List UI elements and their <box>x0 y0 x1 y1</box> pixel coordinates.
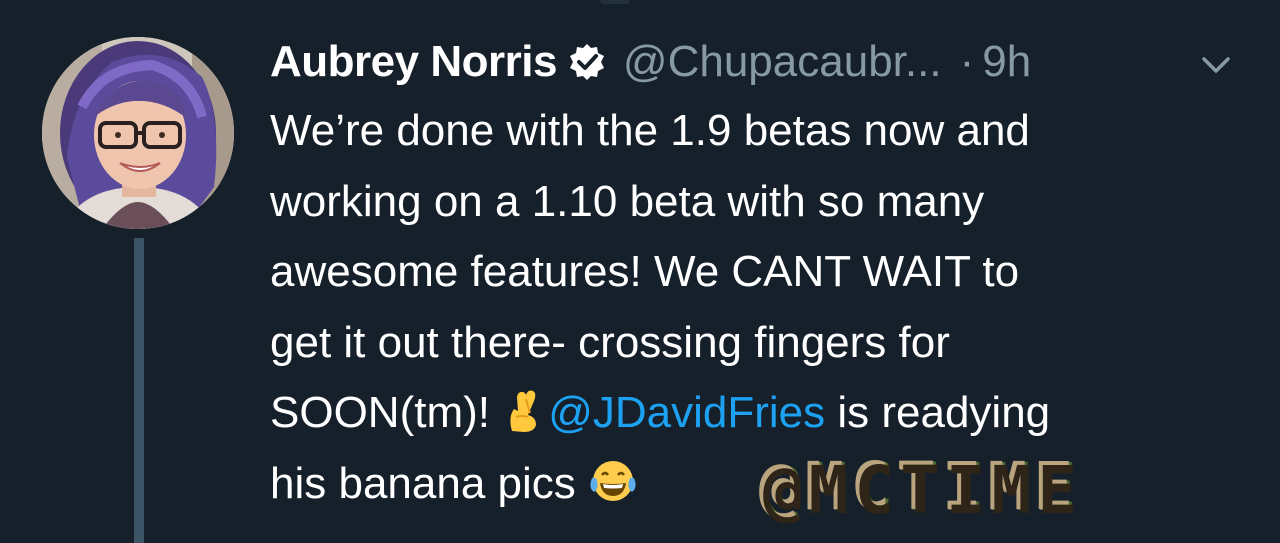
profile-photo-icon <box>42 37 234 229</box>
separator-dot: · <box>959 37 975 86</box>
tweet-line: awesome features! We CANT WAIT to <box>270 247 1020 296</box>
author-handle[interactable]: @Chupacaubr... <box>623 37 942 87</box>
tweet-line: working on a 1.10 beta with so many <box>270 176 985 226</box>
tweet-text-segment: his banana pics <box>270 458 588 508</box>
tweet-header: Aubrey Norris @Chupacaubr... · 9h <box>270 32 1031 92</box>
previous-tweet-edge <box>600 0 630 4</box>
thread-line <box>134 238 144 543</box>
tweet-line: We’re done with the 1.9 betas now and <box>270 106 1030 155</box>
verified-badge-icon <box>567 42 607 82</box>
tweet-card[interactable]: Aubrey Norris @Chupacaubr... · 9h We’re … <box>0 0 1280 543</box>
tweet-text-segment: SOON(tm)! <box>270 388 503 437</box>
crossed-fingers-emoji-icon <box>502 384 548 432</box>
tears-of-joy-emoji-icon <box>588 455 636 501</box>
tweet-line: SOON(tm)! @JDavidFries is readying <box>270 378 1250 449</box>
tweet-line: get it out there- crossing fingers for <box>270 317 950 367</box>
watermark-text: @MCTIME <box>760 448 1081 526</box>
tweet-text-segment: is readying <box>825 388 1051 437</box>
watermark-logo: @MCTIME <box>760 448 1200 526</box>
mention-link[interactable]: @JDavidFries <box>548 388 825 437</box>
tweet-timestamp[interactable]: 9h <box>982 37 1031 87</box>
chevron-down-icon[interactable] <box>1196 50 1236 80</box>
author-name[interactable]: Aubrey Norris <box>270 37 557 87</box>
avatar[interactable] <box>42 37 234 229</box>
